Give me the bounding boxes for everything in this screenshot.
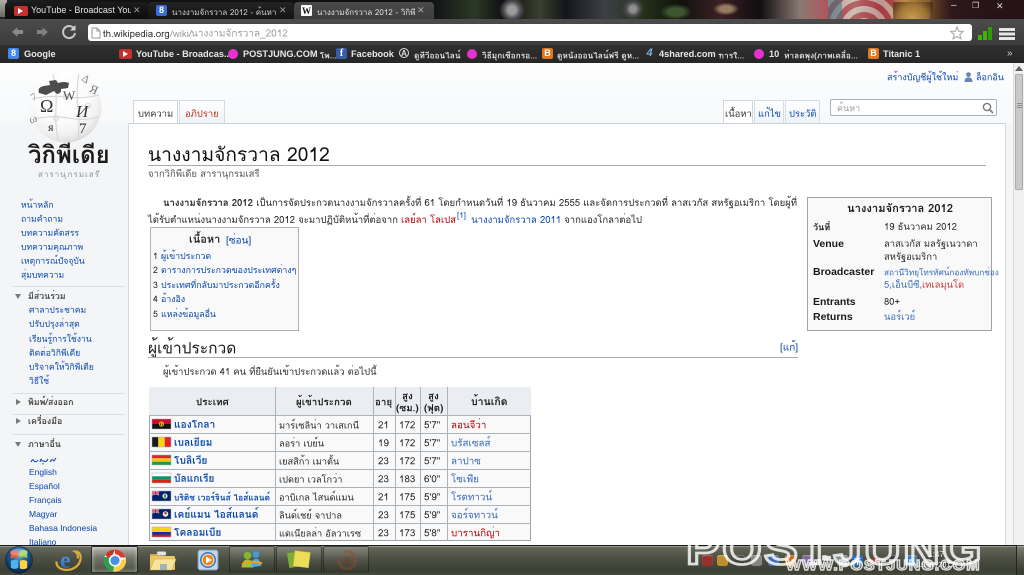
svg-text:я: я	[48, 120, 54, 134]
svg-text:W: W	[63, 88, 76, 103]
svg-text:И: И	[75, 102, 90, 121]
svg-text:Ω: Ω	[40, 96, 53, 116]
